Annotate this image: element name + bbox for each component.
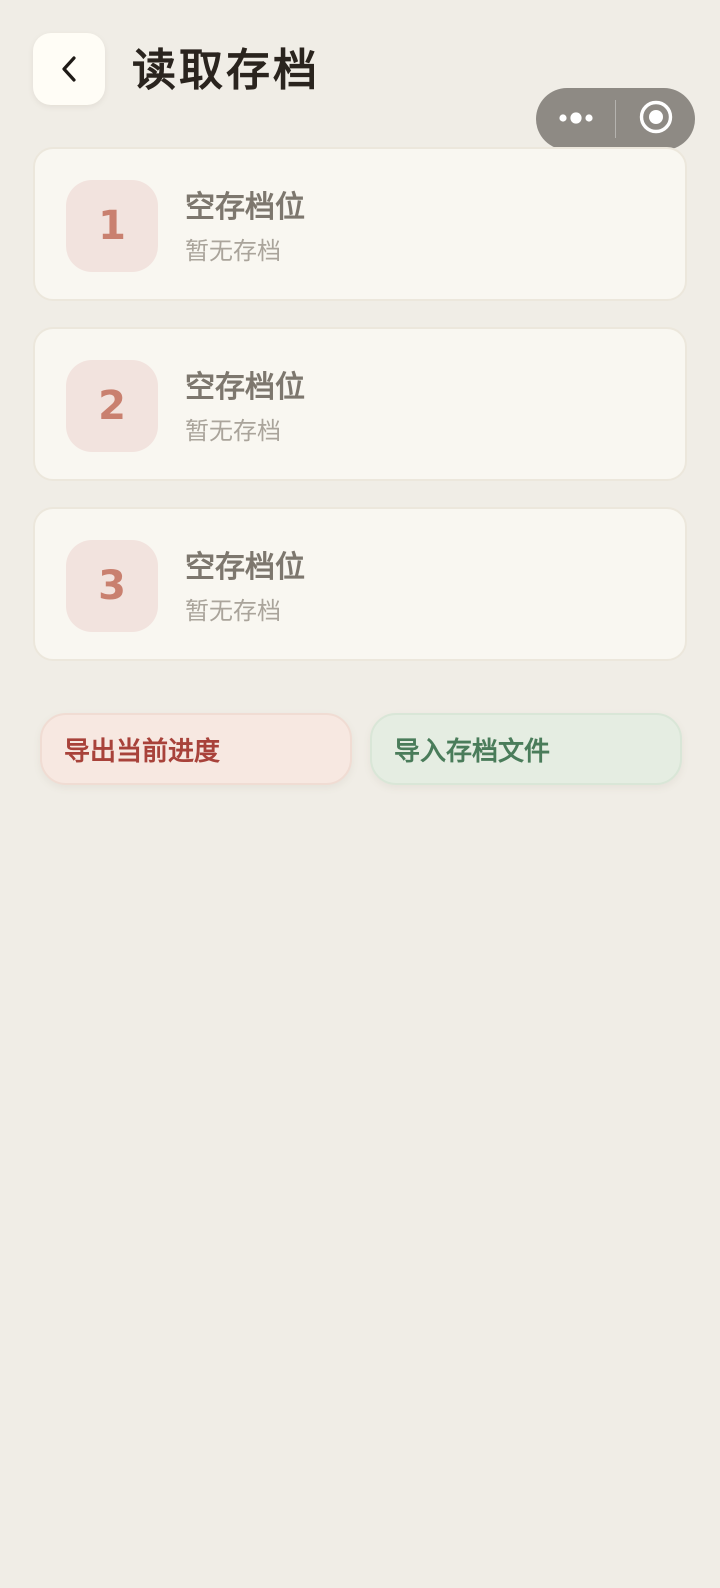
save-slot-3[interactable]: 3 空存档位 暂无存档 xyxy=(33,507,687,661)
back-button[interactable] xyxy=(33,33,105,105)
export-progress-button[interactable]: 导出当前进度 xyxy=(40,713,352,785)
page-title: 读取存档 xyxy=(132,45,320,96)
save-slot-2[interactable]: 2 空存档位 暂无存档 xyxy=(33,327,687,481)
more-button[interactable] xyxy=(536,88,615,150)
mini-program-capsule xyxy=(536,88,695,150)
import-save-button[interactable]: 导入存档文件 xyxy=(370,713,682,785)
slot-title: 空存档位 xyxy=(185,190,305,225)
slot-subtitle: 暂无存档 xyxy=(185,597,281,625)
record-circle-icon xyxy=(638,99,674,139)
slot-subtitle: 暂无存档 xyxy=(185,417,281,445)
slot-title: 空存档位 xyxy=(185,550,305,585)
close-miniprogram-button[interactable] xyxy=(616,88,695,150)
slot-title: 空存档位 xyxy=(185,370,305,405)
export-progress-label: 导出当前进度 xyxy=(64,736,221,767)
slot-number-badge: 1 xyxy=(66,180,158,272)
chevron-left-icon xyxy=(59,54,79,84)
slot-subtitle: 暂无存档 xyxy=(185,237,281,265)
slot-number-badge: 3 xyxy=(66,540,158,632)
more-dots-icon xyxy=(558,110,594,129)
import-save-label: 导入存档文件 xyxy=(394,736,551,767)
slot-number-badge: 2 xyxy=(66,360,158,452)
save-slot-1[interactable]: 1 空存档位 暂无存档 xyxy=(33,147,687,301)
load-save-page: 读取存档 1 空存档位 暂无存档 2 空存档位 暂无存档 3 空存档位 暂无存档… xyxy=(0,0,720,1588)
